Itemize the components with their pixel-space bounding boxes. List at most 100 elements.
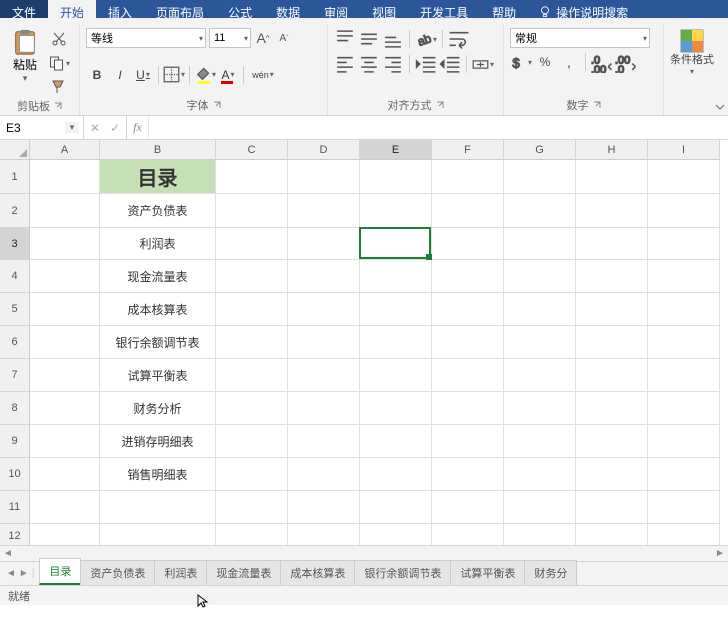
currency-button[interactable]: $▾ (510, 51, 532, 73)
cell-F10[interactable] (432, 458, 504, 491)
cell-I5[interactable] (648, 293, 720, 326)
cell-G12[interactable] (504, 524, 576, 545)
cell-F2[interactable] (432, 194, 504, 228)
copy-button[interactable]: ▾ (48, 52, 70, 74)
row-header-11[interactable]: 11 (0, 491, 30, 524)
fx-enter-button[interactable]: ✓ (110, 121, 120, 135)
sheet-tab-7[interactable]: 财务分 (524, 560, 577, 585)
cell-C12[interactable] (216, 524, 288, 545)
cell-E5[interactable] (360, 293, 432, 326)
borders-button[interactable]: ▾ (163, 64, 185, 86)
cell-B12[interactable] (100, 524, 216, 545)
cell-A2[interactable] (30, 194, 100, 228)
cell-B3[interactable]: 利润表 (100, 228, 216, 260)
cell-H9[interactable] (576, 425, 648, 458)
sheet-tab-2[interactable]: 利润表 (154, 560, 207, 585)
cell-G1[interactable] (504, 160, 576, 194)
decrease-indent-button[interactable] (415, 53, 437, 75)
cell-B6[interactable]: 银行余额调节表 (100, 326, 216, 359)
cell-C7[interactable] (216, 359, 288, 392)
cell-B11[interactable] (100, 491, 216, 524)
launcher-icon[interactable] (54, 102, 62, 110)
cell-A7[interactable] (30, 359, 100, 392)
cell-C8[interactable] (216, 392, 288, 425)
cell-H3[interactable] (576, 228, 648, 260)
launcher-icon[interactable] (436, 101, 444, 109)
cell-B7[interactable]: 试算平衡表 (100, 359, 216, 392)
cell-A1[interactable] (30, 160, 100, 194)
cell-E2[interactable] (360, 194, 432, 228)
cell-H12[interactable] (576, 524, 648, 545)
cell-F4[interactable] (432, 260, 504, 293)
sheet-tab-4[interactable]: 成本核算表 (280, 560, 355, 585)
font-name-combo[interactable]: 等线▾ (86, 28, 206, 48)
column-header-A[interactable]: A (30, 140, 100, 160)
cell-H7[interactable] (576, 359, 648, 392)
paste-button[interactable]: 粘贴 ▾ (6, 28, 44, 84)
cell-H5[interactable] (576, 293, 648, 326)
cell-I9[interactable] (648, 425, 720, 458)
increase-decimal-button[interactable]: .0.00 (591, 51, 613, 73)
horizontal-scrollbar[interactable]: ◄ ► (0, 545, 728, 561)
align-left-button[interactable] (334, 53, 356, 75)
cell-E4[interactable] (360, 260, 432, 293)
cell-H10[interactable] (576, 458, 648, 491)
cell-H11[interactable] (576, 491, 648, 524)
fx-cancel-button[interactable]: ✕ (90, 121, 100, 135)
cell-E8[interactable] (360, 392, 432, 425)
cell-D4[interactable] (288, 260, 360, 293)
row-header-2[interactable]: 2 (0, 194, 30, 228)
cell-B2[interactable]: 资产负债表 (100, 194, 216, 228)
cell-F6[interactable] (432, 326, 504, 359)
cell-G7[interactable] (504, 359, 576, 392)
sheet-tab-0[interactable]: 目录 (39, 558, 81, 585)
bold-button[interactable]: B (86, 64, 108, 86)
worksheet-grid[interactable]: ABCDEFGHI 123456789101112 目录资产负债表利润表现金流量… (0, 140, 728, 545)
cell-C5[interactable] (216, 293, 288, 326)
cell-E10[interactable] (360, 458, 432, 491)
cell-I3[interactable] (648, 228, 720, 260)
column-header-F[interactable]: F (432, 140, 504, 160)
column-header-D[interactable]: D (288, 140, 360, 160)
cell-D9[interactable] (288, 425, 360, 458)
cell-B4[interactable]: 现金流量表 (100, 260, 216, 293)
column-header-H[interactable]: H (576, 140, 648, 160)
cell-A3[interactable] (30, 228, 100, 260)
cell-G2[interactable] (504, 194, 576, 228)
row-header-9[interactable]: 9 (0, 425, 30, 458)
column-header-B[interactable]: B (100, 140, 216, 160)
cell-G8[interactable] (504, 392, 576, 425)
scroll-left-button[interactable]: ◄ (0, 548, 16, 559)
row-header-6[interactable]: 6 (0, 326, 30, 359)
cell-F3[interactable] (432, 228, 504, 260)
decrease-font-button[interactable]: Aˇ (275, 29, 293, 47)
cell-G5[interactable] (504, 293, 576, 326)
cell-C9[interactable] (216, 425, 288, 458)
column-header-I[interactable]: I (648, 140, 720, 160)
cell-E12[interactable] (360, 524, 432, 545)
row-header-5[interactable]: 5 (0, 293, 30, 326)
cell-A4[interactable] (30, 260, 100, 293)
cell-C6[interactable] (216, 326, 288, 359)
comma-button[interactable]: , (558, 51, 580, 73)
cell-F11[interactable] (432, 491, 504, 524)
cell-C3[interactable] (216, 228, 288, 260)
cell-D8[interactable] (288, 392, 360, 425)
column-header-C[interactable]: C (216, 140, 288, 160)
font-color-button[interactable]: A▾ (217, 64, 239, 86)
cell-E11[interactable] (360, 491, 432, 524)
cell-A11[interactable] (30, 491, 100, 524)
merge-center-button[interactable]: ▾ (472, 53, 494, 75)
row-header-7[interactable]: 7 (0, 359, 30, 392)
cell-A9[interactable] (30, 425, 100, 458)
cell-G6[interactable] (504, 326, 576, 359)
cell-E7[interactable] (360, 359, 432, 392)
fx-label[interactable]: fx (127, 116, 149, 139)
cell-I1[interactable] (648, 160, 720, 194)
row-header-10[interactable]: 10 (0, 458, 30, 491)
cell-D7[interactable] (288, 359, 360, 392)
cell-F9[interactable] (432, 425, 504, 458)
align-center-button[interactable] (358, 53, 380, 75)
cut-button[interactable] (48, 28, 70, 50)
cell-F1[interactable] (432, 160, 504, 194)
